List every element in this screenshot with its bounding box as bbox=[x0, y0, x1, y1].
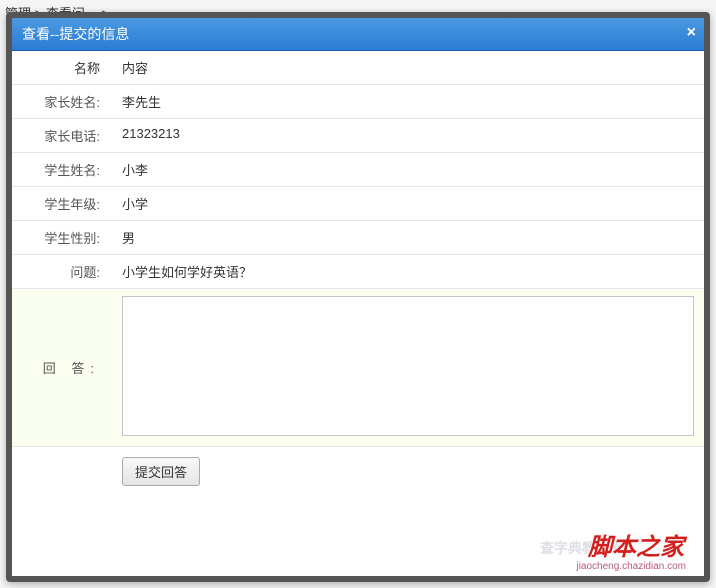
header-content: 内容 bbox=[112, 51, 704, 85]
parent-phone-value: 21323213 bbox=[112, 119, 704, 153]
student-grade-value: 小学 bbox=[112, 187, 704, 221]
parent-phone-label: 家长电话: bbox=[12, 119, 112, 153]
student-gender-value: 男 bbox=[112, 221, 704, 255]
question-label: 问题: bbox=[12, 255, 112, 289]
close-icon[interactable]: × bbox=[687, 24, 696, 42]
student-gender-label: 学生性别: bbox=[12, 221, 112, 255]
dialog-window: 查看--提交的信息 × 名称 内容 家长姓名: 李先生 家长电话: 213232… bbox=[6, 12, 710, 582]
table-header-row: 名称 内容 bbox=[12, 51, 704, 85]
watermark-text: 脚本之家 bbox=[588, 527, 684, 562]
answer-textarea[interactable] bbox=[122, 296, 694, 436]
answer-row: 回 答: bbox=[12, 289, 704, 447]
table-row: 学生姓名: 小李 bbox=[12, 153, 704, 187]
button-row: 提交回答 bbox=[12, 447, 704, 494]
dialog-header: 查看--提交的信息 × bbox=[12, 18, 704, 51]
student-name-label: 学生姓名: bbox=[12, 153, 112, 187]
table-row: 学生年级: 小学 bbox=[12, 187, 704, 221]
student-grade-label: 学生年级: bbox=[12, 187, 112, 221]
answer-label: 回 答: bbox=[12, 289, 112, 447]
table-row: 家长电话: 21323213 bbox=[12, 119, 704, 153]
table-row: 问题: 小学生如何学好英语？ bbox=[12, 255, 704, 289]
table-row: 家长姓名: 李先生 bbox=[12, 85, 704, 119]
parent-name-value: 李先生 bbox=[112, 85, 704, 119]
dialog-body: 名称 内容 家长姓名: 李先生 家长电话: 21323213 学生姓名: 小李 … bbox=[12, 51, 704, 493]
submit-button[interactable]: 提交回答 bbox=[122, 457, 200, 486]
student-name-value: 小李 bbox=[112, 153, 704, 187]
question-value: 小学生如何学好英语？ bbox=[112, 255, 704, 289]
watermark-url: jiaocheng.chazidian.com bbox=[576, 561, 686, 572]
parent-name-label: 家长姓名: bbox=[12, 85, 112, 119]
table-row: 学生性别: 男 bbox=[12, 221, 704, 255]
header-label: 名称 bbox=[12, 51, 112, 85]
info-table: 名称 内容 家长姓名: 李先生 家长电话: 21323213 学生姓名: 小李 … bbox=[12, 51, 704, 493]
dialog-title: 查看--提交的信息 bbox=[22, 26, 129, 42]
